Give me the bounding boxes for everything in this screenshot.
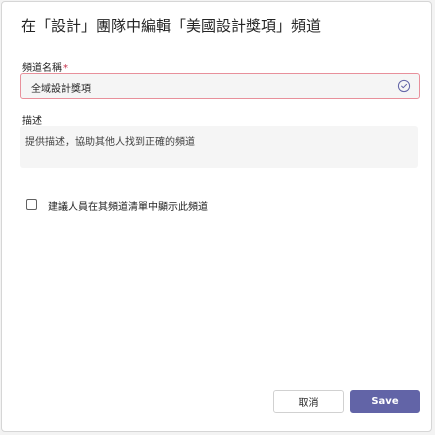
save-button[interactable]: Save <box>350 390 420 413</box>
channel-name-input[interactable]: 全域設計獎項 <box>20 73 420 99</box>
channel-name-value: 全域設計獎項 <box>31 84 91 95</box>
cancel-button[interactable]: 取消 <box>273 390 344 413</box>
description-label: 描述 <box>22 116 42 127</box>
check-circle-icon <box>397 79 411 93</box>
edit-channel-dialog: 在「設計」團隊中編輯「美國設計獎項」頻道 頻道名稱* 全域設計獎項 描述 提供描… <box>1 1 432 432</box>
dialog-title: 在「設計」團隊中編輯「美國設計獎項」頻道 <box>21 17 322 35</box>
description-input[interactable]: 提供描述，協助其他人找到正確的頻道 <box>20 126 418 168</box>
description-placeholder: 提供描述，協助其他人找到正確的頻道 <box>25 137 195 148</box>
channel-name-label: 頻道名稱* <box>22 59 68 74</box>
show-channel-checkbox-label[interactable]: 建議人員在其頻道清單中顯示此頻道 <box>48 198 208 213</box>
show-channel-checkbox[interactable] <box>26 199 37 210</box>
